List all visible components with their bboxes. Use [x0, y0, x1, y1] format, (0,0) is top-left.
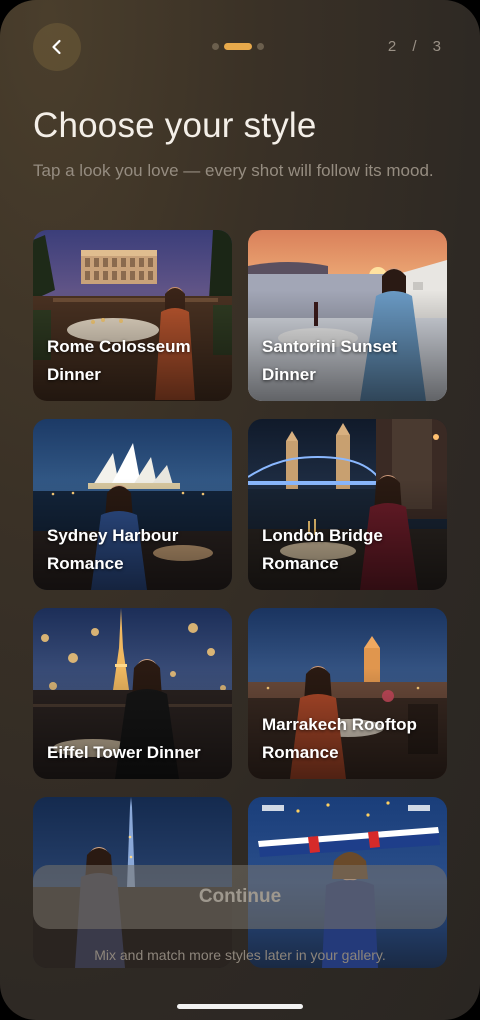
progress-dot [257, 43, 264, 50]
progress-dot-active [224, 43, 252, 50]
style-card-rome-colosseum[interactable]: Rome Colosseum Dinner [33, 230, 232, 401]
style-card-label: Santorini Sunset Dinner [262, 337, 398, 384]
style-card-eiffel-tower[interactable]: Eiffel Tower Dinner [33, 608, 232, 779]
page-subtitle: Tap a look you love — every shot will fo… [33, 161, 434, 180]
style-card-label: Rome Colosseum Dinner [47, 337, 191, 384]
footer-note: Mix and match more styles later in your … [94, 947, 386, 963]
header: 2 / 3 [0, 0, 480, 95]
progress-dots [212, 43, 264, 50]
chevron-left-icon [52, 39, 61, 55]
progress-dot [212, 43, 219, 50]
style-card-marrakech-rooftop[interactable]: Marrakech Rooftop Romance [248, 608, 447, 779]
style-card-sydney-harbour[interactable]: Sydney Harbour Romance [33, 419, 232, 590]
back-button[interactable] [33, 23, 81, 71]
continue-button[interactable]: Continue [33, 865, 447, 929]
step-counter: 2 / 3 [387, 38, 447, 55]
style-card-label: London Bridge Romance [262, 526, 383, 573]
style-card-label: Sydney Harbour Romance [47, 526, 179, 573]
style-card-label: Marrakech Rooftop Romance [262, 715, 417, 762]
continue-button-label: Continue [198, 886, 282, 907]
style-grid: Rome Colosseum Dinner Santorini Sunset D… [33, 230, 447, 968]
app-screen: 2 / 3 Choose your style Tap a look you l… [0, 0, 480, 1020]
home-indicator[interactable] [177, 1004, 303, 1009]
style-card-label: Eiffel Tower Dinner [47, 743, 201, 762]
page-title: Choose your style [33, 106, 317, 145]
style-card-santorini-sunset[interactable]: Santorini Sunset Dinner [248, 230, 447, 401]
style-card-london-bridge[interactable]: London Bridge Romance [248, 419, 447, 590]
